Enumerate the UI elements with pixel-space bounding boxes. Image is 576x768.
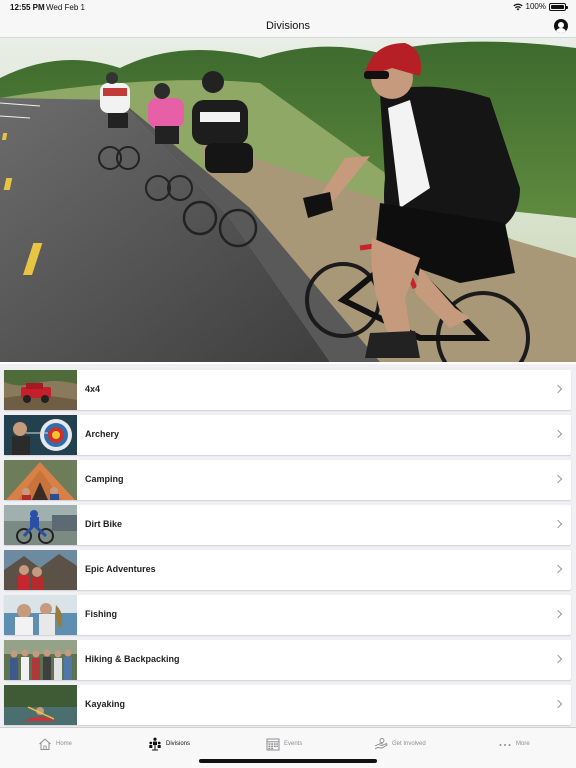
archery-thumbnail [4,415,77,455]
list-item-label: Epic Adventures [85,564,156,574]
home-indicator[interactable] [199,759,377,763]
chevron-right-icon [553,609,563,619]
chevron-right-icon [553,699,563,709]
chevron-right-icon [553,654,563,664]
chevron-right-icon [553,384,563,394]
tab-label: Divisions [166,741,191,747]
list-item[interactable]: Kayaking [4,685,571,725]
list-item-label: Fishing [85,609,117,619]
list-item[interactable]: Camping [4,460,571,500]
home-icon [39,738,51,750]
tab-events[interactable]: Events [266,734,302,754]
list-item[interactable]: Dirt Bike [4,505,571,545]
tab-home[interactable]: Home [38,734,72,754]
hands-icon [374,738,388,750]
more-dots-icon [499,744,511,746]
nav-bar: Divisions [0,14,576,38]
status-right: 100% [512,2,568,11]
epic-adventures-thumbnail [4,550,77,590]
list-item[interactable]: Archery [4,415,571,455]
chevron-right-icon [553,564,563,574]
tab-get-involved[interactable]: Get Involved [374,734,426,754]
status-time: 12:55 PM [10,3,45,12]
battery-icon [549,2,568,11]
status-date: Wed Feb 1 [46,3,85,12]
calendar-icon [266,738,280,751]
fishing-thumbnail [4,595,77,635]
chevron-right-icon [553,429,563,439]
divisions-list: 4x4 Archery Camping Dirt Bike Epic Adven… [0,364,576,727]
tab-more[interactable]: More [498,734,530,754]
list-item-label: Camping [85,474,124,484]
list-item[interactable]: 4x4 [4,370,571,410]
list-item-label: 4x4 [85,384,101,394]
list-item-label: Dirt Bike [85,519,123,529]
tab-label: Home [56,741,73,747]
kayaking-thumbnail [4,685,77,725]
list-item[interactable]: Hiking & Backpacking [4,640,571,680]
tab-label: More [516,741,530,747]
divisions-icon [149,737,161,751]
hiking-thumbnail [4,640,77,680]
list-item[interactable]: Fishing [4,595,571,635]
tab-label: Events [284,741,303,747]
list-item[interactable]: Epic Adventures [4,550,571,590]
camping-thumbnail [4,460,77,500]
page-title: Divisions [265,20,310,32]
hero-image [0,38,576,362]
chevron-right-icon [553,519,563,529]
status-bar: 12:55 PM Wed Feb 1 100% [0,0,576,14]
tab-label: Get Involved [392,741,426,747]
list-item-label: Hiking & Backpacking [85,654,180,664]
4x4-thumbnail [4,370,77,410]
tab-divisions[interactable]: Divisions [148,734,190,754]
list-item-label: Archery [85,429,120,439]
chevron-right-icon [553,474,563,484]
dirt-bike-thumbnail [4,505,77,545]
profile-icon[interactable] [554,19,568,33]
battery-percent: 100% [525,2,546,11]
wifi-icon [512,3,523,10]
list-item-label: Kayaking [85,699,126,709]
